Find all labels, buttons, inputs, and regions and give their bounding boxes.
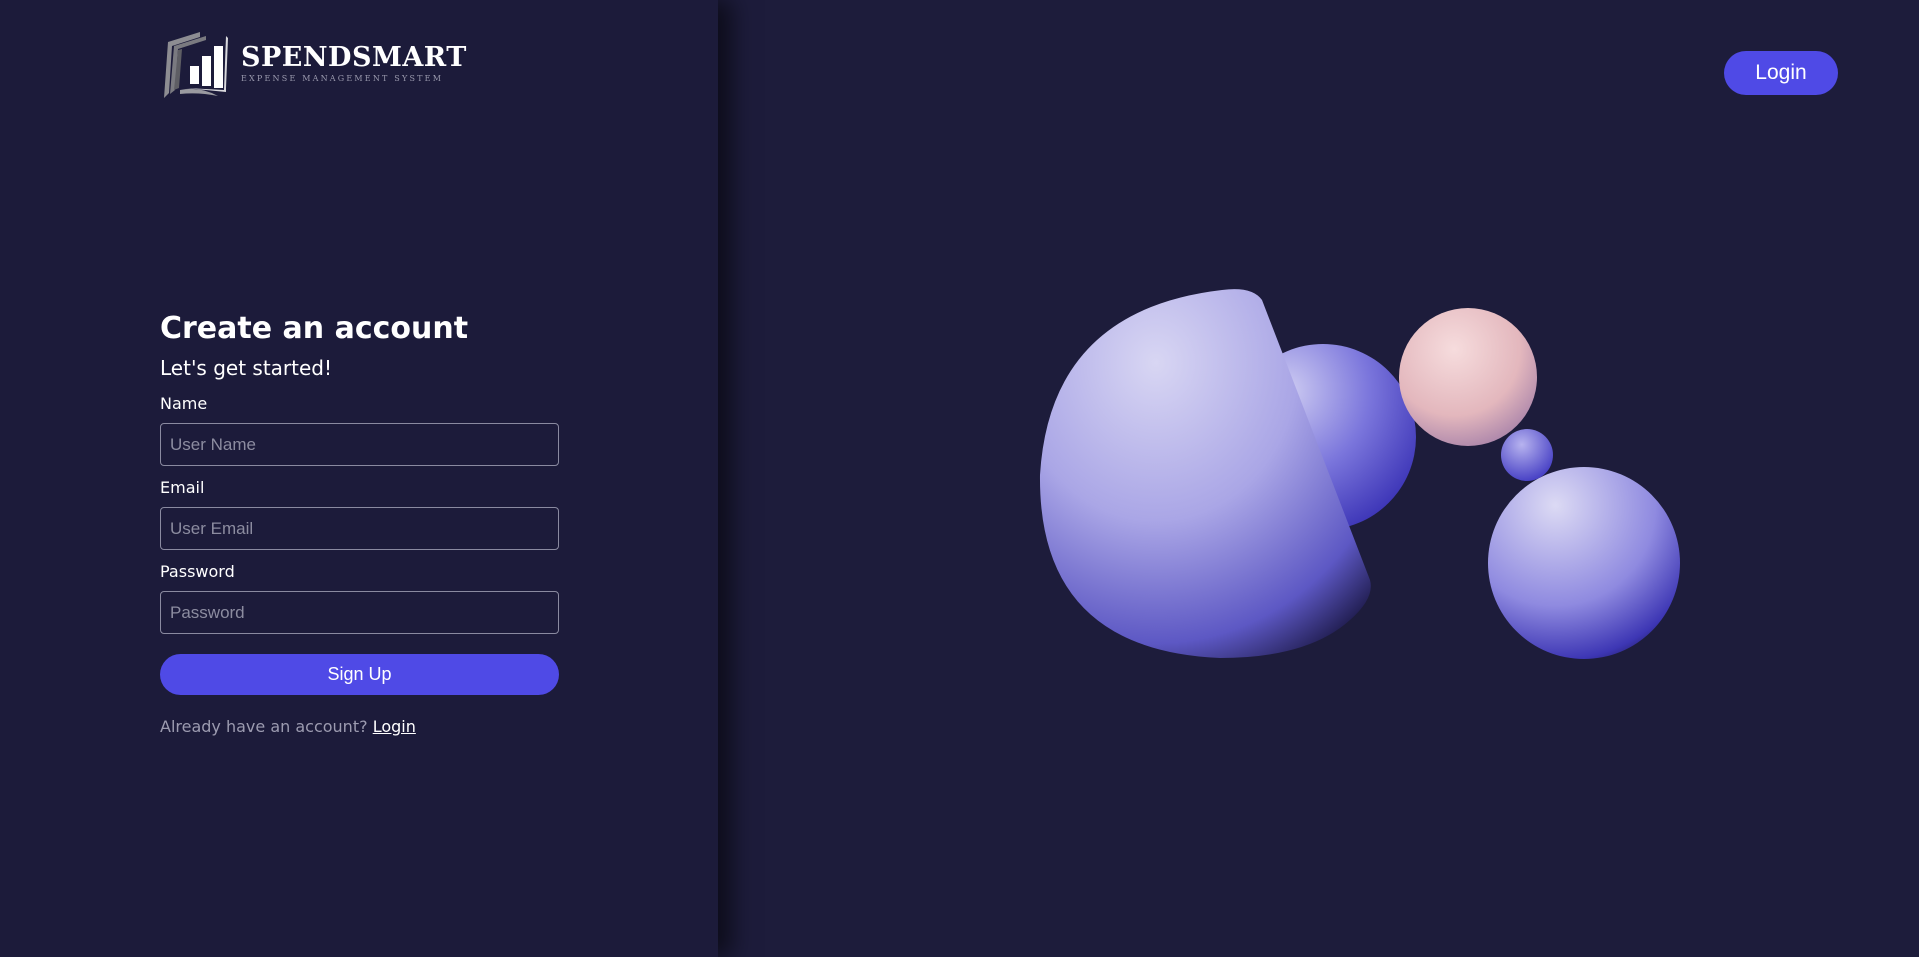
email-label: Email (160, 478, 205, 497)
signup-page: SPENDSMART EXPENSE MANAGEMENT SYSTEM Cre… (0, 0, 1919, 957)
right-sphere (1488, 467, 1680, 659)
name-input[interactable] (160, 423, 559, 466)
signup-form: Create an account Let's get started! Nam… (160, 308, 559, 736)
header-login-button[interactable]: Login (1724, 51, 1838, 95)
email-input[interactable] (160, 507, 559, 550)
brand-logo: SPENDSMART EXPENSE MANAGEMENT SYSTEM (160, 28, 466, 98)
signup-panel: SPENDSMART EXPENSE MANAGEMENT SYSTEM Cre… (0, 0, 718, 957)
sign-up-button[interactable]: Sign Up (160, 654, 559, 695)
small-sphere (1501, 429, 1553, 481)
brand-text: SPENDSMART EXPENSE MANAGEMENT SYSTEM (241, 42, 467, 84)
brand-name: SPENDSMART (241, 42, 467, 73)
bar-chart-book-icon (164, 32, 228, 98)
login-link[interactable]: Login (373, 717, 416, 736)
password-label: Password (160, 562, 235, 581)
password-input[interactable] (160, 591, 559, 634)
login-prompt: Already have an account? Login (160, 717, 559, 736)
login-prompt-text: Already have an account? (160, 717, 368, 736)
spheres-illustration (1039, 289, 1680, 659)
name-label: Name (160, 394, 208, 413)
pink-sphere (1399, 308, 1537, 446)
form-title: Create an account (160, 311, 469, 346)
form-subtitle: Let's get started! (160, 356, 333, 380)
brand-tagline: EXPENSE MANAGEMENT SYSTEM (241, 74, 444, 83)
